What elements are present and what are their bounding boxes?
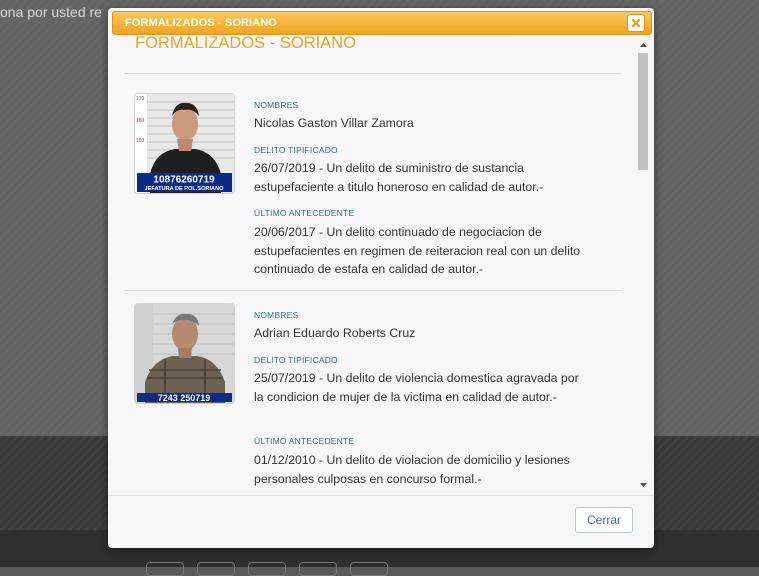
nombres-value: Adrian Eduardo Roberts Cruz [254,326,416,340]
svg-text:150: 150 [136,138,145,144]
records-list: 170 160 150 10876260719 JEFATURA DE POL.… [108,66,636,494]
scroll-up-button[interactable] [636,39,650,51]
photo-id-number: 10876260719 [153,175,215,186]
antecedente-label: ÚLTIMO ANTECEDENTE [254,208,355,218]
pager-button[interactable] [146,562,184,576]
svg-text:160: 160 [136,118,145,124]
delito-value: 26/07/2019 - Un delito de suministro de … [254,161,544,194]
delito-label: DELITO TIPIFICADO [254,355,338,365]
arrow-up-icon [639,43,647,47]
scroll-down-button[interactable] [636,479,650,491]
background-text: ona por usted re [0,4,102,20]
antecedente-label: ÚLTIMO ANTECEDENTE [254,436,355,446]
delito-value: 25/07/2019 - Un delito de violencia dome… [254,371,579,404]
modal-title: FORMALIZADOS - SORIANO [125,17,277,29]
divider [124,73,621,74]
modal-footer-divider [108,495,654,496]
modal-dialog: FORMALIZADOS - SORIANO FORMALIZADOS - SO… [108,8,654,548]
divider [124,290,621,291]
photo-id-number: 7243 250719 [158,393,211,403]
pager-button[interactable] [350,562,388,576]
pager-button[interactable] [197,562,235,576]
scroll-thumb[interactable] [638,53,648,170]
arrow-down-icon [639,483,647,487]
close-icon [631,18,641,28]
antecedente-value: 01/12/2010 - Un delito de violacion de d… [254,453,570,486]
modal-titlebar[interactable]: FORMALIZADOS - SORIANO [112,11,652,35]
close-button[interactable] [627,14,645,32]
delito-label: DELITO TIPIFICADO [254,145,338,155]
modal-scrollbar[interactable] [636,39,650,491]
mugshot-photo: 7243 250719 [134,303,235,404]
modal-heading: FORMALIZADOS - SORIANO [135,34,356,52]
photo-caption: JEFATURA DE POL.SORIANO [145,186,225,192]
nombres-label: NOMBRES [254,310,299,320]
pager-button[interactable] [299,562,337,576]
cerrar-button[interactable]: Cerrar [575,507,633,533]
antecedente-value: 20/06/2017 - Un delito continuado de neg… [254,225,581,276]
mugshot-photo: 170 160 150 10876260719 JEFATURA DE POL.… [134,93,235,194]
pager-button[interactable] [248,562,286,576]
nombres-label: NOMBRES [254,100,299,110]
svg-text:170: 170 [136,96,145,102]
nombres-value: Nicolas Gaston Villar Zamora [254,116,414,130]
